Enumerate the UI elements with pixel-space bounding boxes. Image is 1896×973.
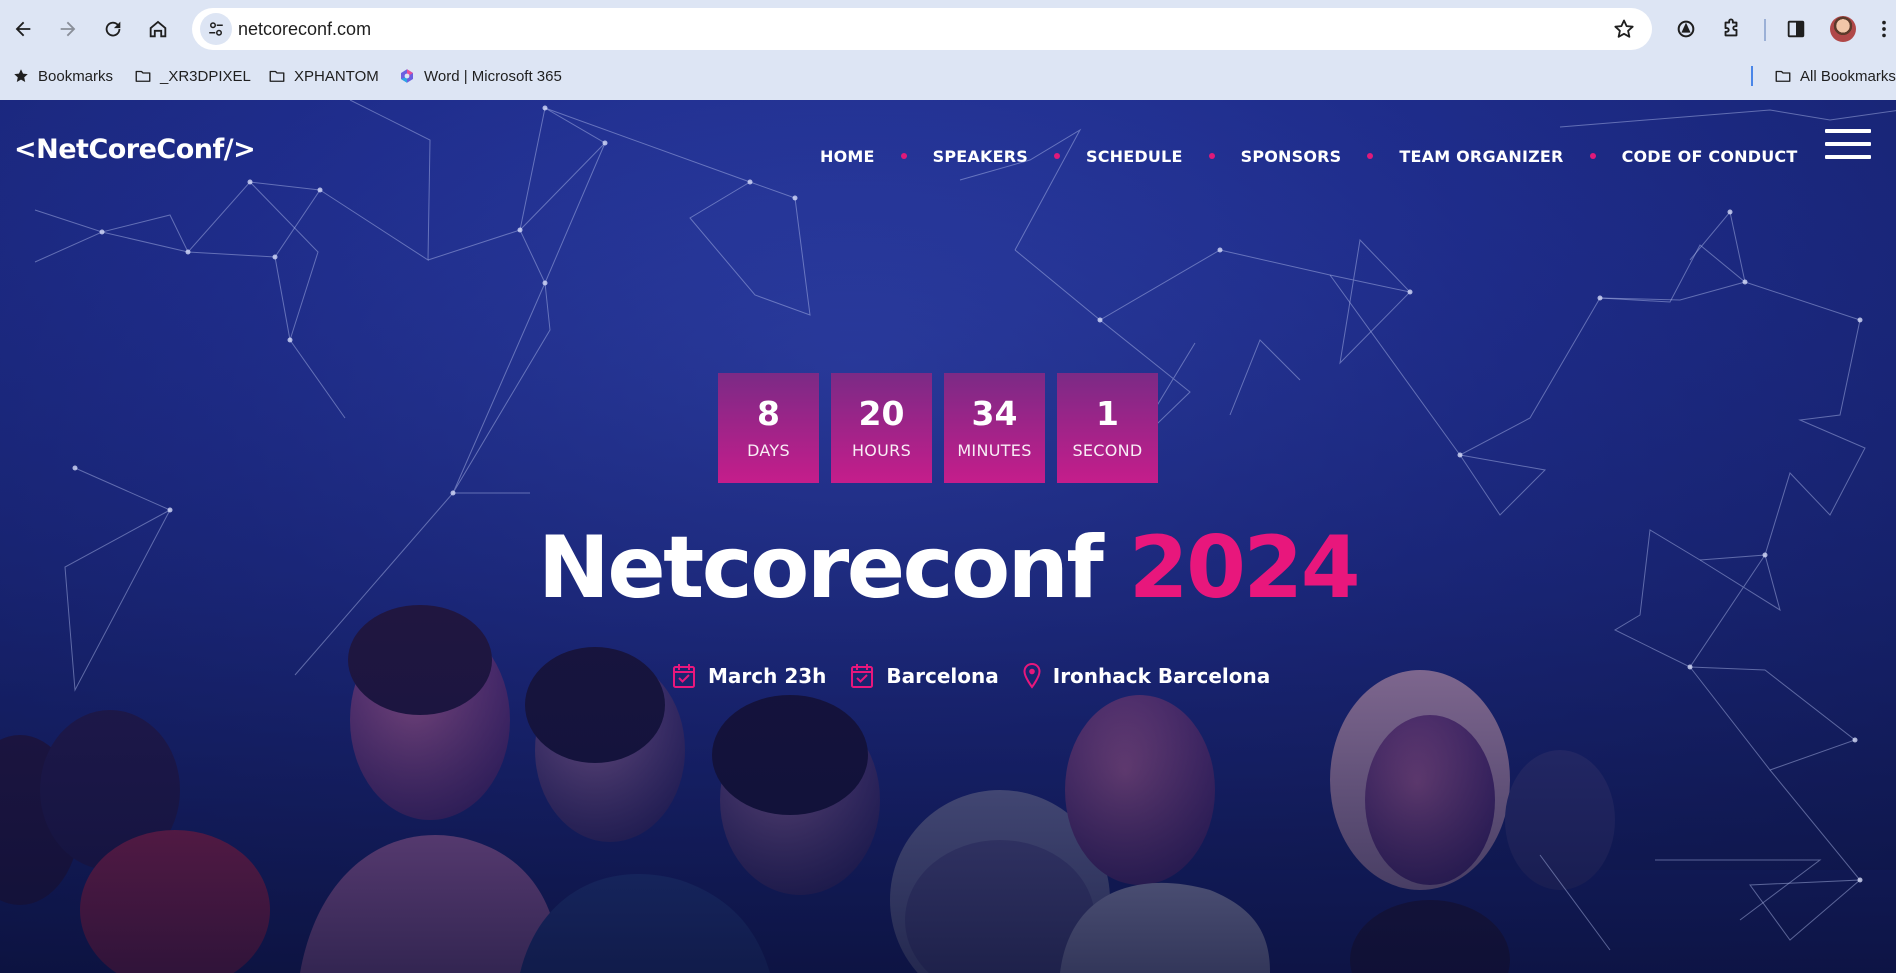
- countdown-days: 8 DAYS: [718, 373, 819, 483]
- bookmarks-bar: Bookmarks _XR3DPIXEL XPHANTOM Word | Mic…: [0, 60, 1896, 100]
- hero-section: <NetCoreConf/> HOME SPEAKERS SCHEDULE SP…: [0, 100, 1896, 973]
- reload-button[interactable]: [95, 11, 131, 47]
- browser-toolbar: netcoreconf.com: [0, 0, 1896, 60]
- countdown-label: DAYS: [747, 440, 790, 460]
- folder-icon: [269, 70, 285, 82]
- address-bar[interactable]: netcoreconf.com: [192, 8, 1652, 50]
- reload-icon: [105, 21, 121, 37]
- countdown-value: 8: [757, 394, 780, 434]
- extensions-button[interactable]: [1713, 11, 1749, 47]
- hamburger-line: [1825, 155, 1871, 159]
- side-panel-icon: [1787, 20, 1805, 38]
- microsoft-365-icon: [401, 69, 413, 83]
- puzzle-icon: [1724, 18, 1738, 37]
- profile-avatar[interactable]: [1830, 16, 1856, 42]
- side-panel-button[interactable]: [1778, 11, 1814, 47]
- nav-separator-dot: [1367, 153, 1374, 159]
- bookmark-label: Word | Microsoft 365: [424, 67, 562, 85]
- nav-item-sponsors[interactable]: SPONSORS: [1241, 147, 1342, 166]
- nav-separator-dot: [1054, 153, 1060, 159]
- home-icon: [149, 20, 167, 38]
- calendar-icon: [673, 664, 695, 688]
- main-navigation: HOME SPEAKERS SCHEDULE SPONSORS TEAM ORG…: [820, 140, 1797, 172]
- countdown-label: MINUTES: [957, 440, 1032, 460]
- bookmark-star-button[interactable]: [1612, 17, 1636, 46]
- countdown-value: 20: [858, 394, 905, 434]
- nav-item-schedule[interactable]: SCHEDULE: [1086, 147, 1183, 166]
- bookmark-item-bookmarks[interactable]: Bookmarks: [8, 60, 117, 92]
- hamburger-line: [1825, 129, 1871, 133]
- tune-icon: [209, 22, 223, 36]
- nav-item-team-organizer[interactable]: TEAM ORGANIZER: [1399, 147, 1563, 166]
- bookmark-folder-xr3dpixel[interactable]: _XR3DPIXEL: [130, 60, 255, 92]
- extension-button[interactable]: [1668, 11, 1704, 47]
- folder-icon: [135, 70, 151, 82]
- event-city: Barcelona: [850, 663, 999, 689]
- event-title-name: Netcoreconf: [537, 518, 1104, 618]
- event-date: March 23h: [672, 663, 826, 689]
- forward-button[interactable]: [50, 11, 86, 47]
- nav-separator-dot: [1208, 153, 1215, 159]
- nav-item-speakers[interactable]: SPEAKERS: [933, 147, 1028, 166]
- event-venue: Ironhack Barcelona: [1023, 663, 1271, 689]
- map-pin-icon: [1023, 663, 1041, 689]
- event-title: Netcoreconf 2024: [0, 518, 1896, 618]
- site-logo[interactable]: <NetCoreConf/>: [14, 134, 256, 165]
- calendar-icon: [851, 664, 874, 688]
- kebab-menu-icon: [1882, 20, 1886, 38]
- bookmark-label: XPHANTOM: [294, 67, 379, 85]
- nav-separator-dot: [1589, 153, 1596, 159]
- countdown-seconds: 1 SECOND: [1057, 373, 1158, 483]
- url-text[interactable]: netcoreconf.com: [238, 19, 371, 40]
- countdown-timer: 8 DAYS 20 HOURS 34 MINUTES 1 SECOND: [718, 373, 1158, 483]
- event-date-text: March 23h: [708, 664, 827, 688]
- browser-menu-button[interactable]: [1872, 11, 1896, 47]
- arrow-left-icon: [15, 21, 31, 37]
- hamburger-line: [1825, 142, 1871, 146]
- nav-item-home[interactable]: HOME: [820, 147, 875, 166]
- back-button[interactable]: [5, 11, 41, 47]
- extension-logo-icon: [1677, 20, 1695, 38]
- star-outline-icon: [1614, 19, 1634, 38]
- site-info-button[interactable]: [200, 13, 232, 45]
- event-city-text: Barcelona: [886, 664, 999, 688]
- countdown-label: SECOND: [1072, 440, 1143, 460]
- countdown-value: 34: [971, 394, 1018, 434]
- folder-icon: [1775, 70, 1791, 82]
- event-details: March 23h Barcelona Ironhack Barcelona: [672, 663, 1270, 689]
- countdown-hours: 20 HOURS: [831, 373, 932, 483]
- countdown-value: 1: [1096, 394, 1119, 434]
- all-bookmarks-label: All Bookmarks: [1800, 67, 1896, 85]
- bookmarks-divider: [1751, 66, 1753, 86]
- hamburger-menu-icon[interactable]: [1825, 129, 1871, 163]
- bookmark-label: _XR3DPIXEL: [160, 67, 251, 85]
- countdown-minutes: 34 MINUTES: [944, 373, 1045, 483]
- bookmark-folder-xphantom[interactable]: XPHANTOM: [264, 60, 383, 92]
- toolbar-divider: [1764, 19, 1766, 41]
- event-title-year: 2024: [1128, 518, 1361, 618]
- arrow-right-icon: [60, 21, 76, 37]
- event-venue-text: Ironhack Barcelona: [1052, 664, 1271, 688]
- nav-separator-dot: [900, 153, 907, 159]
- bookmark-label: Bookmarks: [38, 67, 114, 85]
- home-button[interactable]: [140, 11, 176, 47]
- all-bookmarks-button[interactable]: All Bookmarks: [1770, 60, 1896, 92]
- nav-item-code-of-conduct[interactable]: CODE OF CONDUCT: [1622, 147, 1798, 166]
- star-icon: [14, 69, 28, 82]
- bookmark-item-word[interactable]: Word | Microsoft 365: [394, 60, 566, 92]
- countdown-label: HOURS: [851, 440, 912, 460]
